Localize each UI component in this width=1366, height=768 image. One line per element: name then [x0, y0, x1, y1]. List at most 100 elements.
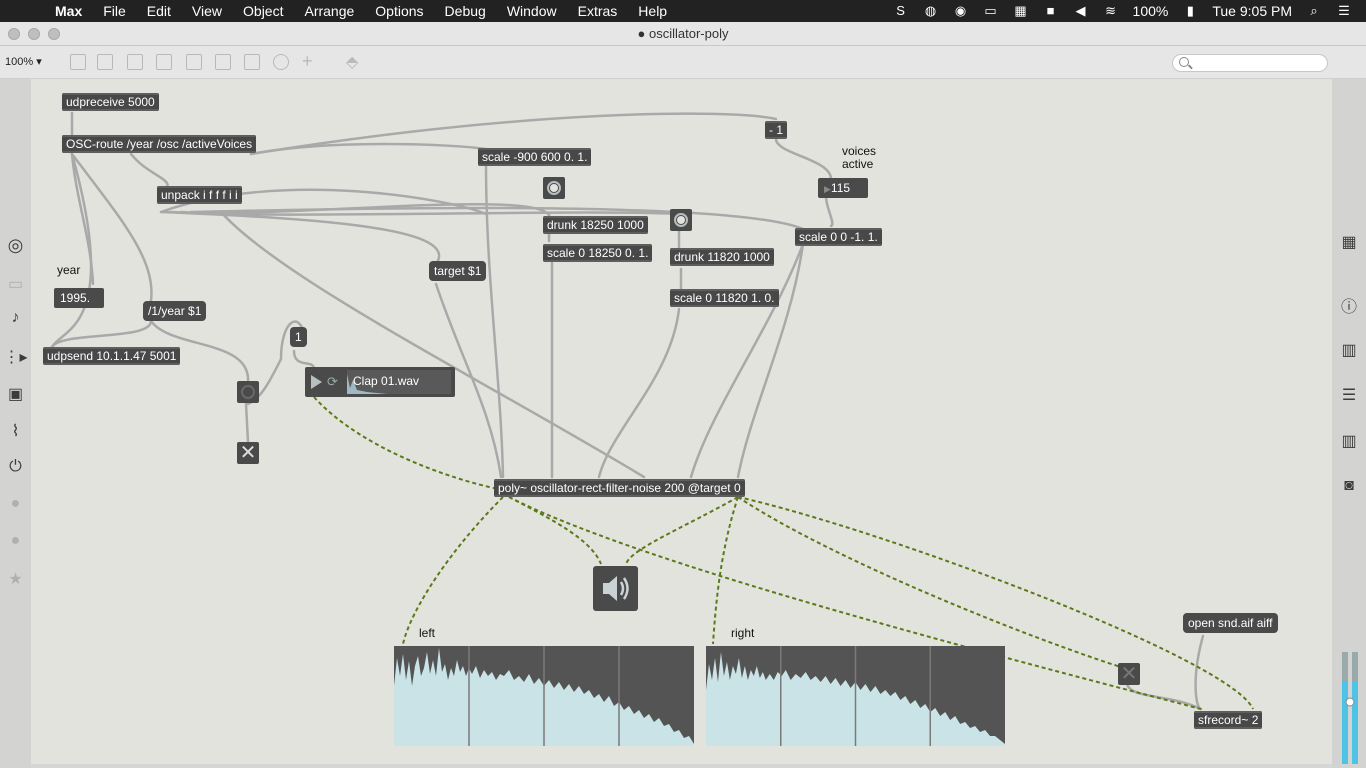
title-bar: ● oscillator-poly — [0, 22, 1366, 46]
menu-bar: Max File Edit View Object Arrange Option… — [0, 0, 1366, 22]
star-icon[interactable]: ★ — [0, 569, 31, 589]
patcher-canvas[interactable]: udpreceive 5000 OSC-route /year /osc /ac… — [31, 79, 1332, 764]
record-toggle[interactable]: ✕ — [1118, 663, 1140, 685]
x-icon: ✕ — [1120, 663, 1138, 685]
bang-button[interactable] — [237, 381, 259, 403]
x-icon: ✕ — [239, 442, 257, 464]
menu-file[interactable]: File — [92, 3, 136, 19]
battery-icon[interactable]: ▮ — [1182, 4, 1198, 18]
search-icon — [1179, 57, 1189, 67]
toggle-button[interactable]: ✕ — [237, 442, 259, 464]
menu-edit[interactable]: Edit — [136, 3, 181, 19]
menu-extras[interactable]: Extras — [567, 3, 628, 19]
paperclip-icon[interactable]: ⌇ — [0, 421, 31, 441]
menu-help[interactable]: Help — [627, 3, 677, 19]
osc-route-object[interactable]: OSC-route /year /osc /activeVoices — [62, 135, 257, 153]
number-icon[interactable] — [215, 54, 231, 70]
reference-icon[interactable]: ▥ — [1332, 431, 1366, 451]
volume-icon[interactable]: ◀ — [1073, 4, 1089, 18]
bang-button[interactable] — [670, 209, 692, 231]
vu-meter[interactable] — [1340, 652, 1360, 764]
open-message[interactable]: open snd.aif aiff — [1183, 613, 1278, 633]
target-message[interactable]: target $1 — [429, 261, 487, 281]
book-icon[interactable]: ▥ — [1332, 340, 1366, 360]
spectrum-right — [706, 646, 1005, 746]
toggle-icon[interactable] — [156, 54, 172, 70]
year-comment: year — [57, 263, 81, 277]
year-message[interactable]: /1/year $1 — [143, 301, 207, 321]
step-icon[interactable]: ⋮▸ — [0, 347, 31, 367]
airplay-icon[interactable]: ▭ — [983, 4, 999, 18]
search-input[interactable] — [1172, 54, 1328, 72]
speaker-button[interactable] — [593, 566, 638, 611]
poly-object[interactable]: poly~ oscillator-rect-filter-noise 200 @… — [494, 479, 745, 497]
add-icon[interactable]: + — [302, 51, 313, 72]
clock[interactable]: Tue 9:05 PM — [1212, 3, 1292, 19]
file-name: Clap 01.wav — [353, 374, 420, 388]
triangle-icon: ▶ — [824, 184, 831, 194]
sfrecord-object[interactable]: sfrecord~ 2 — [1194, 711, 1263, 729]
target-icon[interactable]: ◎ — [0, 235, 31, 256]
minus-object[interactable]: - 1 — [765, 121, 788, 139]
snapshot-icon[interactable]: ◙ — [1332, 477, 1366, 495]
keyboard-icon[interactable]: ▦ — [1013, 4, 1029, 18]
year-number[interactable]: 1995. — [54, 288, 104, 308]
left-sidebar: ◎ ▭ ♪ ⋮▸ ▣ ⌇ ⏻ ● ● ★ — [0, 79, 31, 768]
voices-number[interactable]: ▶115 — [818, 178, 868, 198]
menu-app[interactable]: Max — [44, 3, 92, 19]
vizzie-icon[interactable]: ● — [0, 495, 31, 513]
paint-bucket-icon[interactable]: ⬘ — [346, 52, 358, 72]
spectrum-left — [394, 646, 694, 746]
info-icon[interactable]: ⓘ — [1332, 293, 1366, 317]
menu-window[interactable]: Window — [496, 3, 567, 19]
menu-object[interactable]: Object — [232, 3, 293, 19]
grid-icon[interactable]: ▦ — [1332, 232, 1366, 252]
dial-icon[interactable] — [273, 54, 289, 70]
music-note-icon[interactable]: ♪ — [0, 309, 31, 327]
patcher-toolbar: 100% ▾ + ⬘ — [0, 46, 1366, 79]
battery-percent[interactable]: 100% — [1133, 3, 1169, 19]
beap-icon[interactable]: ● — [0, 532, 31, 550]
scale-voices-object[interactable]: scale 0 0 -1. 1. — [795, 228, 882, 246]
udpsend-object[interactable]: udpsend 10.1.1.47 5001 — [43, 347, 181, 365]
window-title: ● oscillator-poly — [637, 26, 729, 41]
menu-debug[interactable]: Debug — [434, 3, 496, 19]
drunk-object[interactable]: drunk 11820 1000 — [670, 248, 774, 266]
menu-arrange[interactable]: Arrange — [293, 3, 364, 19]
scrivener-icon[interactable]: S — [893, 4, 909, 18]
scale-object[interactable]: scale 0 11820 1. 0. — [670, 289, 779, 307]
new-object-icon[interactable] — [97, 54, 113, 70]
presentation-icon[interactable] — [70, 54, 86, 70]
scale-object[interactable]: scale -900 600 0. 1. — [478, 148, 592, 166]
wifi-icon[interactable]: ≋ — [1103, 4, 1119, 18]
left-comment: left — [419, 626, 436, 640]
unpack-object[interactable]: unpack i f f f i i — [157, 186, 242, 204]
zoom-menu[interactable]: 100% ▾ — [5, 55, 42, 68]
bang-icon[interactable] — [186, 54, 202, 70]
right-comment: right — [731, 626, 755, 640]
speaker-icon — [603, 576, 629, 601]
menu-options[interactable]: Options — [364, 3, 433, 19]
presentation-icon[interactable]: ▭ — [0, 274, 31, 294]
plug-icon[interactable]: ⏻ — [0, 458, 31, 476]
bang-button[interactable] — [543, 177, 565, 199]
scale-object[interactable]: scale 0 18250 0. 1. — [543, 244, 653, 262]
dictation-icon[interactable]: ◍ — [923, 4, 939, 18]
comment-icon[interactable] — [127, 54, 143, 70]
image-icon[interactable]: ▣ — [0, 384, 31, 404]
list-icon[interactable]: ☰ — [1332, 385, 1366, 405]
status-area: S ◍ ◉ ▭ ▦ ■ ◀ ≋ 100% ▮ Tue 9:05 PM ⌕ ☰ — [893, 3, 1366, 19]
one-message[interactable]: 1 — [290, 327, 307, 347]
udpreceive-object[interactable]: udpreceive 5000 — [62, 93, 159, 111]
menu-view[interactable]: View — [181, 3, 232, 19]
spotlight-icon[interactable]: ⌕ — [1306, 4, 1322, 18]
loop-icon[interactable]: ⟳ — [327, 374, 338, 390]
lock-icon[interactable]: ■ — [1043, 4, 1059, 18]
voices-comment: voices active — [842, 144, 877, 171]
playlist[interactable]: ⟳ Clap 01.wav — [305, 367, 455, 397]
drunk-object[interactable]: drunk 18250 1000 — [543, 216, 648, 234]
slider-icon[interactable] — [244, 54, 260, 70]
sync-icon[interactable]: ◉ — [953, 4, 969, 18]
notification-center-icon[interactable]: ☰ — [1336, 4, 1352, 18]
play-icon[interactable] — [311, 375, 322, 389]
